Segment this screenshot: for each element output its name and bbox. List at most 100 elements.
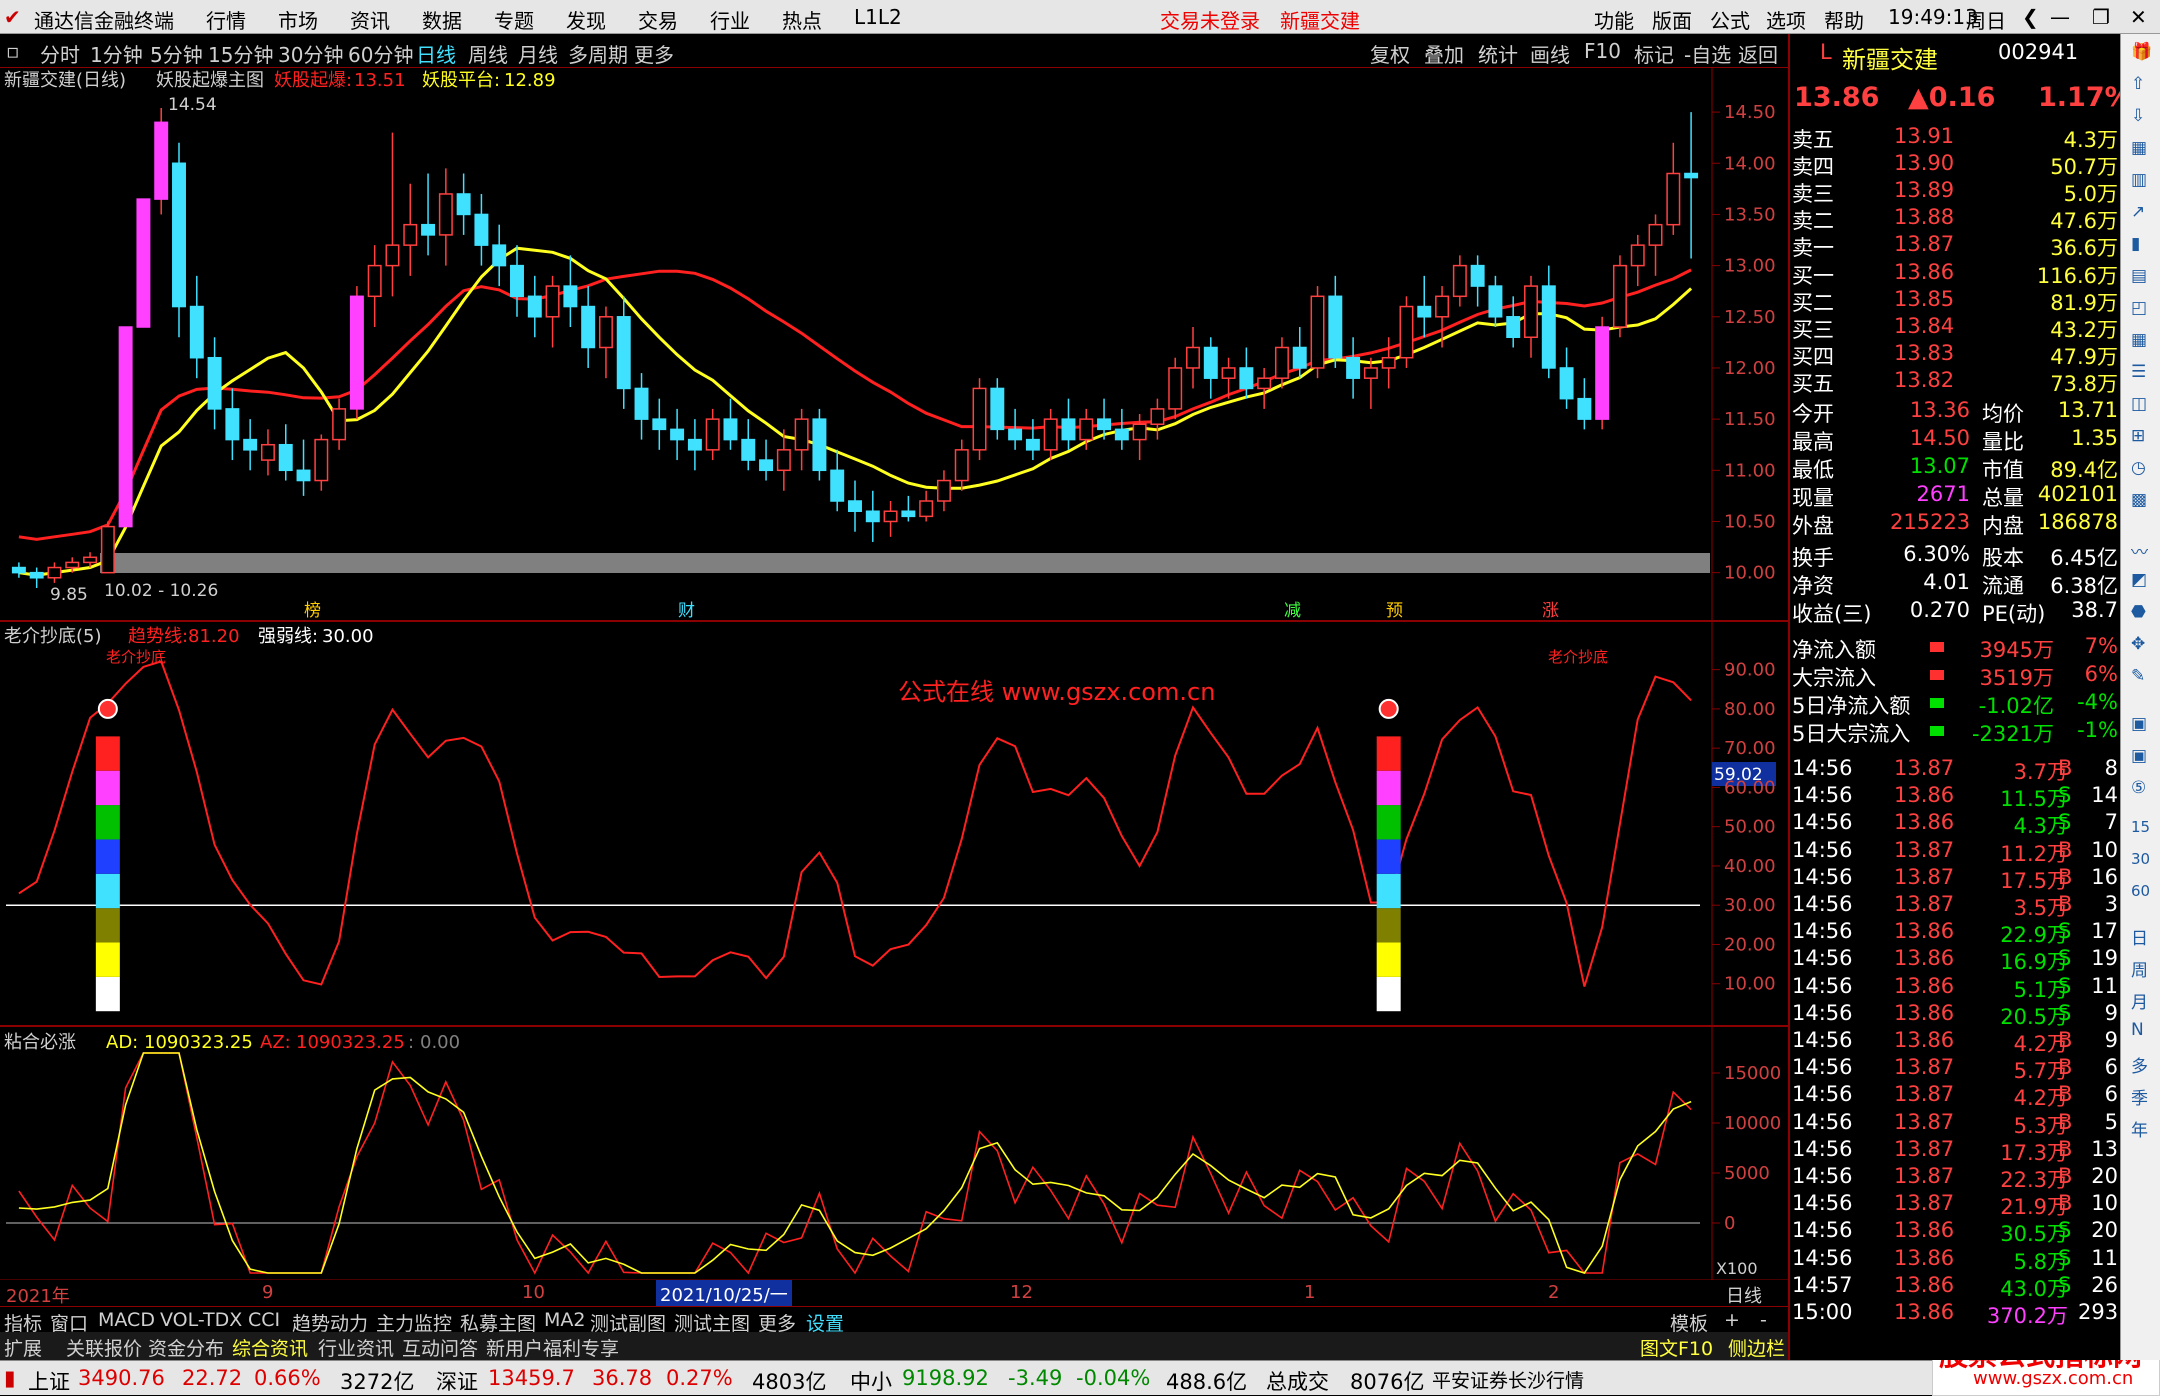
menu-hangye[interactable]: 行业 [710, 5, 750, 34]
close-icon[interactable]: ✕ [2130, 5, 2147, 29]
sidebar-period-year[interactable]: 年 [2131, 1116, 2148, 1141]
sidebar-60-icon[interactable]: 60 [2131, 882, 2150, 900]
period-monthly[interactable]: 月线 [518, 39, 558, 68]
tool-f10[interactable]: F10 [1584, 39, 1621, 63]
marker-cai[interactable]: 财 [678, 601, 695, 621]
sidebar-15-icon[interactable]: 15 [2131, 818, 2150, 836]
tab-vol[interactable]: VOL-TDX [160, 1309, 242, 1331]
tab-minus[interactable]: - [1760, 1309, 1767, 1331]
tab-plus[interactable]: + [1724, 1309, 1740, 1331]
tab-ma2[interactable]: MA2 [544, 1309, 585, 1331]
tab-tuwen-f10[interactable]: 图文F10 [1640, 1334, 1713, 1361]
menu-shuju[interactable]: 数据 [422, 5, 462, 34]
menu-banmian[interactable]: 版面 [1652, 5, 1692, 34]
restore-icon[interactable]: ❐ [2092, 5, 2110, 29]
marker-bang[interactable]: 榜 [304, 601, 321, 621]
minimize-icon[interactable]: — [2050, 5, 2070, 29]
tab-kuozhan[interactable]: 扩展 [4, 1334, 42, 1361]
period-more[interactable]: 更多 [634, 39, 674, 68]
menu-redian[interactable]: 热点 [782, 5, 822, 34]
chart-area[interactable]: 新疆交建(日线) 妖股起爆主图 妖股起爆: 13.51 妖股平台: 12.89 … [0, 68, 1788, 1281]
marker-yu[interactable]: 预 [1386, 601, 1403, 621]
sidebar-fin-icon[interactable]: ◰ [2131, 298, 2147, 318]
tab-guanlian[interactable]: 关联报价 [66, 1334, 142, 1361]
tool-zixuan[interactable]: -自选 [1684, 39, 1731, 68]
period-daily[interactable]: 日线 [416, 39, 456, 68]
tool-fuquan[interactable]: 复权 [1370, 39, 1410, 68]
period-60min[interactable]: 60分钟 [348, 39, 413, 68]
menu-jiaoyi[interactable]: 交易 [638, 5, 678, 34]
sidebar-bars-icon[interactable]: ▥ [2131, 170, 2147, 190]
tool-fanhui[interactable]: 返回 [1738, 39, 1778, 68]
sidebar-period-month[interactable]: 月 [2131, 988, 2148, 1013]
period-15min[interactable]: 15分钟 [208, 39, 273, 68]
period-fenshi[interactable]: 分时 [40, 39, 80, 68]
sidebar-kline-icon[interactable]: ▮ [2131, 234, 2140, 254]
sidebar-rsi-icon[interactable]: ◩ [2131, 570, 2147, 590]
marker-jian[interactable]: 减 [1284, 601, 1301, 621]
menu-hangqing[interactable]: 行情 [206, 5, 246, 34]
menu-bangzhu[interactable]: 帮助 [1824, 5, 1864, 34]
menu-square-icon[interactable]: ▫ [6, 39, 20, 63]
main-formula[interactable]: 妖股起爆主图 [156, 70, 264, 91]
menu-faxian[interactable]: 发现 [566, 5, 606, 34]
tab-cci[interactable]: CCI [248, 1309, 280, 1331]
sidebar-down-icon[interactable]: ⇩ [2131, 106, 2145, 126]
sidebar-move-icon[interactable]: ✥ [2131, 634, 2145, 654]
login-status[interactable]: 交易未登录 [1160, 5, 1260, 34]
tab-cebianlan[interactable]: 侧边栏 [1728, 1334, 1785, 1361]
kline-chart[interactable]: 新疆交建(日线) 妖股起爆主图 妖股起爆: 13.51 妖股平台: 12.89 … [0, 68, 1788, 1281]
tab-xinyonghu[interactable]: 新用户福利专享 [486, 1334, 619, 1361]
sidebar-trend-icon[interactable]: ↗ [2131, 202, 2145, 222]
sz-label[interactable]: 深证 [436, 1366, 478, 1396]
tab-macd[interactable]: MACD [98, 1309, 155, 1331]
marker-zhang[interactable]: 涨 [1542, 601, 1559, 621]
tool-huaxian[interactable]: 画线 [1530, 39, 1570, 68]
tab-zijin[interactable]: 资金分布 [148, 1334, 224, 1361]
sidebar-period-day[interactable]: 日 [2131, 924, 2148, 949]
back-arrow-icon[interactable]: ❮ [2022, 5, 2039, 29]
sidebar-5-icon[interactable]: ⑤ [2131, 778, 2146, 798]
sidebar-period-week[interactable]: 周 [2131, 956, 2148, 981]
sidebar-layout-icon[interactable]: ▣ [2131, 714, 2147, 734]
sidebar-link-icon[interactable]: ⊞ [2131, 426, 2145, 446]
sidebar-map-icon[interactable]: ▩ [2131, 490, 2147, 510]
sh-label[interactable]: 上证 [28, 1366, 70, 1396]
tool-tongji[interactable]: 统计 [1478, 39, 1518, 68]
sidebar-fz-icon[interactable]: ◫ [2131, 394, 2147, 414]
sidebar-gift-icon[interactable]: 🎁 [2131, 42, 2152, 62]
menu-l1l2[interactable]: L1L2 [854, 5, 902, 29]
sidebar-up-icon[interactable]: ⇧ [2131, 74, 2145, 94]
sidebar-table-icon[interactable]: ▤ [2131, 266, 2147, 286]
period-30min[interactable]: 30分钟 [278, 39, 343, 68]
sidebar-line-icon[interactable]: 〰 [2131, 538, 2148, 563]
menu-xuanxiang[interactable]: 选项 [1766, 5, 1806, 34]
tab-hangye-zixun[interactable]: 行业资讯 [318, 1334, 394, 1361]
menu-shichang[interactable]: 市场 [278, 5, 318, 34]
sidebar-green-icon[interactable]: ▣ [2131, 746, 2147, 766]
sidebar-pen-icon[interactable]: ✎ [2131, 666, 2145, 686]
sidebar-period-n[interactable]: N [2131, 1020, 2144, 1040]
menu-zhuanti[interactable]: 专题 [494, 5, 534, 34]
sidebar-30-icon[interactable]: 30 [2131, 850, 2150, 868]
menu-gongneng[interactable]: 功能 [1594, 5, 1634, 34]
sub1-title[interactable]: 老介抄底(5) [4, 626, 102, 647]
sidebar-chart-icon[interactable]: ▦ [2131, 138, 2147, 158]
tool-diejia[interactable]: 叠加 [1424, 39, 1464, 68]
menu-gongshi[interactable]: 公式 [1710, 5, 1750, 34]
sidebar-grid-icon[interactable]: ▦ [2131, 330, 2147, 350]
tab-hudong[interactable]: 互动问答 [402, 1334, 478, 1361]
period-weekly[interactable]: 周线 [468, 39, 508, 68]
sidebar-period-quarter[interactable]: 季 [2131, 1084, 2148, 1109]
broker[interactable]: 平安证券长沙行情 [1432, 1366, 1584, 1393]
sidebar-list-icon[interactable]: ☰ [2131, 362, 2146, 382]
zx-label[interactable]: 中小 [850, 1366, 892, 1396]
sidebar-period-multi[interactable]: 多 [2131, 1052, 2148, 1077]
sidebar-clock-icon[interactable]: ◷ [2131, 458, 2146, 478]
sidebar-logo-icon[interactable]: ⬣ [2131, 602, 2146, 622]
sub2-title[interactable]: 粘合必涨 [4, 1032, 76, 1053]
tab-zonghe[interactable]: 综合资讯 [232, 1334, 308, 1361]
tool-biaoji[interactable]: 标记 [1634, 39, 1674, 68]
period-5min[interactable]: 5分钟 [150, 39, 203, 68]
period-multi[interactable]: 多周期 [568, 39, 628, 68]
